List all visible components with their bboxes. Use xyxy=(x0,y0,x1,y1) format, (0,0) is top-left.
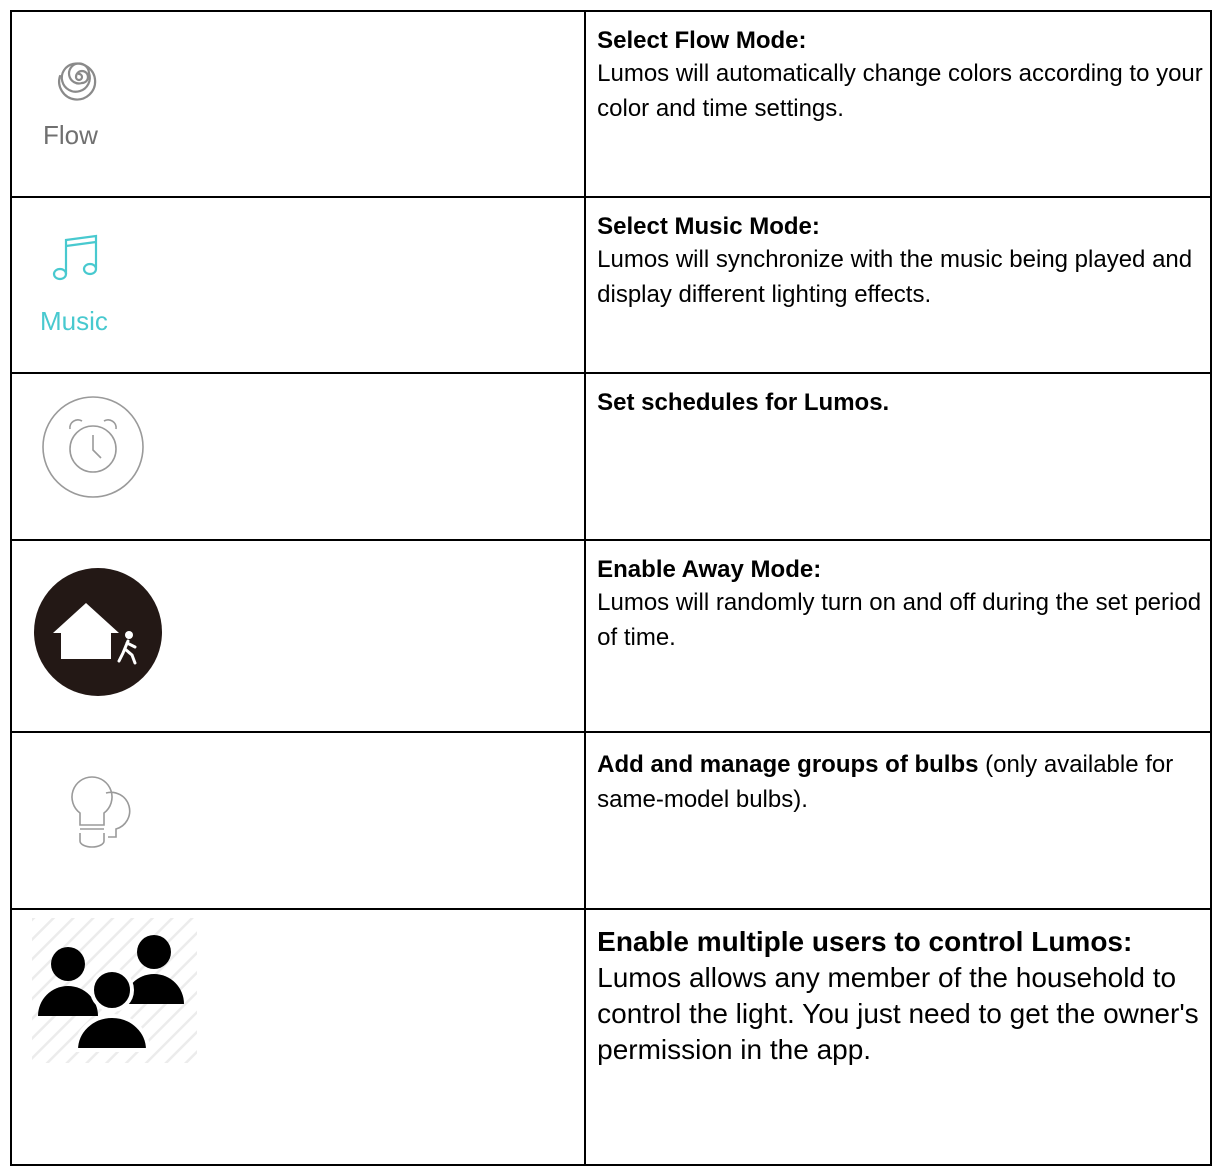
icon-cell: Flow xyxy=(9,10,587,198)
row-title: Enable multiple users to control Lumos: xyxy=(597,926,1133,957)
description-cell: Enable Away Mode: Lumos will randomly tu… xyxy=(584,539,1212,733)
row-title: Add and manage groups of bulbs xyxy=(597,751,979,778)
away-house-icon xyxy=(34,568,162,696)
description-cell: Set schedules for Lumos. xyxy=(584,372,1212,541)
row-description: Lumos allows any member of the household… xyxy=(597,962,1199,1065)
row-title: Select Flow Mode: xyxy=(597,27,807,54)
icon-label: Music xyxy=(40,306,108,336)
row-title: Set schedules for Lumos. xyxy=(597,389,890,416)
description-cell: Add and manage groups of bulbs (only ava… xyxy=(584,731,1212,910)
icon-cell xyxy=(9,731,587,910)
description-cell: Select Music Mode: Lumos will synchroniz… xyxy=(584,196,1212,374)
alarm-clock-icon xyxy=(42,396,144,498)
description-cell: Enable multiple users to control Lumos: … xyxy=(584,908,1212,1166)
row-text: Add and manage groups of bulbs (only ava… xyxy=(597,747,1210,817)
icon-label: Flow xyxy=(43,120,98,150)
icon-cell xyxy=(9,372,587,541)
bulb-group-icon xyxy=(71,776,131,848)
multiple-users-icon xyxy=(32,918,197,1063)
feature-guide-table: Flow Select Flow Mode: Lumos will automa… xyxy=(9,10,1212,1166)
flow-spiral-icon xyxy=(58,62,97,101)
table-row: Music Select Music Mode: Lumos will sync… xyxy=(9,196,1212,374)
icon-cell xyxy=(9,908,587,1166)
table-row: Enable Away Mode: Lumos will randomly tu… xyxy=(9,539,1212,733)
table-row: Flow Select Flow Mode: Lumos will automa… xyxy=(9,10,1212,198)
icon-cell xyxy=(9,539,587,733)
row-description: Lumos will automatically change colors a… xyxy=(597,60,1203,122)
description-cell: Select Flow Mode: Lumos will automatical… xyxy=(584,10,1212,198)
row-title: Select Music Mode: xyxy=(597,213,820,240)
row-description: Lumos will randomly turn on and off duri… xyxy=(597,589,1202,651)
table-row: Add and manage groups of bulbs (only ava… xyxy=(9,731,1212,910)
table-row: Set schedules for Lumos. xyxy=(9,372,1212,541)
row-description: Lumos will synchronize with the music be… xyxy=(597,246,1193,308)
icon-cell: Music xyxy=(9,196,587,374)
table-row: Enable multiple users to control Lumos: … xyxy=(9,908,1212,1166)
row-title: Enable Away Mode: xyxy=(597,556,822,583)
music-note-icon xyxy=(52,234,98,281)
